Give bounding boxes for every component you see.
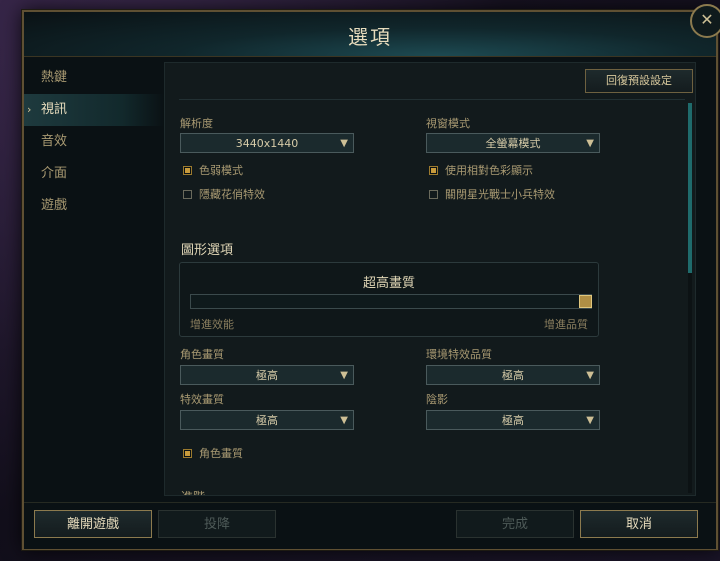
- graphics-level-label: 超高畫質: [362, 276, 415, 291]
- dialog-title: 選項: [348, 25, 392, 49]
- character-inking-label: 角色畫質: [199, 447, 243, 460]
- window-mode-value: 全螢幕模式: [485, 137, 541, 150]
- quit-game-button[interactable]: 離開遊戲: [34, 510, 152, 538]
- hide-eye-candy-checkbox[interactable]: 隱藏花俏特效: [183, 186, 265, 202]
- disable-star-guardian-checkbox[interactable]: 關閉星光戰士小兵特效: [429, 186, 555, 202]
- advanced-section-title: 進階: [181, 488, 205, 495]
- checkbox-unchecked-icon: [183, 190, 192, 199]
- colorblind-checkbox[interactable]: 色弱模式: [183, 162, 243, 178]
- surrender-button[interactable]: 投降: [158, 510, 276, 538]
- cancel-button[interactable]: 取消: [580, 510, 698, 538]
- sidebar-item-label: 熱鍵: [41, 70, 68, 85]
- slider-fill: [191, 295, 591, 308]
- caret-down-icon: ▼: [586, 415, 594, 426]
- sidebar-item-interface[interactable]: 介面: [24, 158, 164, 190]
- video-settings-panel: 回復預設設定 解析度 3440x1440 ▼ 視窗模式 全螢幕模式 ▼ 色弱模式…: [164, 62, 696, 496]
- sidebar-item-sound[interactable]: 音效: [24, 126, 164, 158]
- hide-eye-candy-label: 隱藏花俏特效: [199, 188, 265, 201]
- relative-color-checkbox[interactable]: 使用相對色彩顯示: [429, 162, 533, 178]
- graphics-quality-slider[interactable]: [190, 294, 592, 309]
- checkbox-checked-icon: [183, 449, 192, 458]
- checkbox-checked-icon: [183, 166, 192, 175]
- window-mode-dropdown[interactable]: 全螢幕模式 ▼: [426, 133, 600, 153]
- done-button[interactable]: 完成: [456, 510, 574, 538]
- sidebar-item-label: 音效: [41, 134, 68, 149]
- settings-sidebar: 熱鍵 › 視訊 音效 介面 遊戲: [24, 62, 164, 492]
- character-inking-checkbox[interactable]: 角色畫質: [183, 445, 243, 461]
- checkbox-checked-icon: [429, 166, 438, 175]
- caret-down-icon: ▼: [340, 370, 348, 381]
- character-quality-label: 角色畫質: [180, 348, 224, 361]
- options-dialog: 選項 ✕ 熱鍵 › 視訊 音效 介面 遊戲 回復預設設定 解析度 3440x144…: [22, 4, 720, 550]
- character-quality-value: 極高: [256, 369, 278, 382]
- slider-thumb[interactable]: [579, 295, 592, 308]
- relative-color-label: 使用相對色彩顯示: [445, 164, 533, 177]
- effects-quality-value: 極高: [256, 414, 278, 427]
- disable-star-guardian-label: 關閉星光戰士小兵特效: [445, 188, 555, 201]
- restore-defaults-button[interactable]: 回復預設設定: [585, 69, 693, 93]
- caret-down-icon: ▼: [586, 138, 594, 149]
- resolution-value: 3440x1440: [235, 137, 299, 150]
- sidebar-item-label: 介面: [41, 166, 68, 181]
- graphics-section-title: 圖形選項: [181, 243, 234, 258]
- shadows-label: 陰影: [426, 393, 448, 406]
- dialog-footer: 離開遊戲 投降 完成 取消: [24, 502, 716, 549]
- shadows-dropdown[interactable]: 極高 ▼: [426, 410, 600, 430]
- window-mode-label: 視窗模式: [426, 117, 470, 130]
- divider: [179, 99, 685, 100]
- title-bar: 選項: [24, 12, 716, 57]
- shadows-value: 極高: [502, 414, 524, 427]
- quality-label: 增進品質: [544, 318, 588, 331]
- sidebar-item-label: 視訊: [41, 102, 68, 117]
- colorblind-label: 色弱模式: [199, 164, 243, 177]
- checkbox-unchecked-icon: [429, 190, 438, 199]
- character-quality-dropdown[interactable]: 極高 ▼: [180, 365, 354, 385]
- environment-quality-dropdown[interactable]: 極高 ▼: [426, 365, 600, 385]
- effects-quality-label: 特效畫質: [180, 393, 224, 406]
- environment-quality-value: 極高: [502, 369, 524, 382]
- effects-quality-dropdown[interactable]: 極高 ▼: [180, 410, 354, 430]
- scrollbar[interactable]: [688, 103, 692, 493]
- sidebar-item-hotkeys[interactable]: 熱鍵: [24, 62, 164, 94]
- close-icon[interactable]: ✕: [690, 4, 720, 38]
- caret-down-icon: ▼: [340, 415, 348, 426]
- performance-label: 增進效能: [190, 318, 234, 331]
- scrollbar-thumb[interactable]: [688, 103, 692, 273]
- resolution-label: 解析度: [180, 117, 213, 130]
- sidebar-item-video[interactable]: › 視訊: [24, 94, 164, 126]
- chevron-right-icon: ›: [27, 103, 32, 116]
- resolution-dropdown[interactable]: 3440x1440 ▼: [180, 133, 354, 153]
- caret-down-icon: ▼: [340, 138, 348, 149]
- caret-down-icon: ▼: [586, 370, 594, 381]
- sidebar-item-label: 遊戲: [41, 198, 68, 213]
- sidebar-item-game[interactable]: 遊戲: [24, 190, 164, 222]
- graphics-quality-panel: 超高畫質 增進效能 增進品質: [179, 262, 599, 337]
- environment-quality-label: 環境特效品質: [426, 348, 492, 361]
